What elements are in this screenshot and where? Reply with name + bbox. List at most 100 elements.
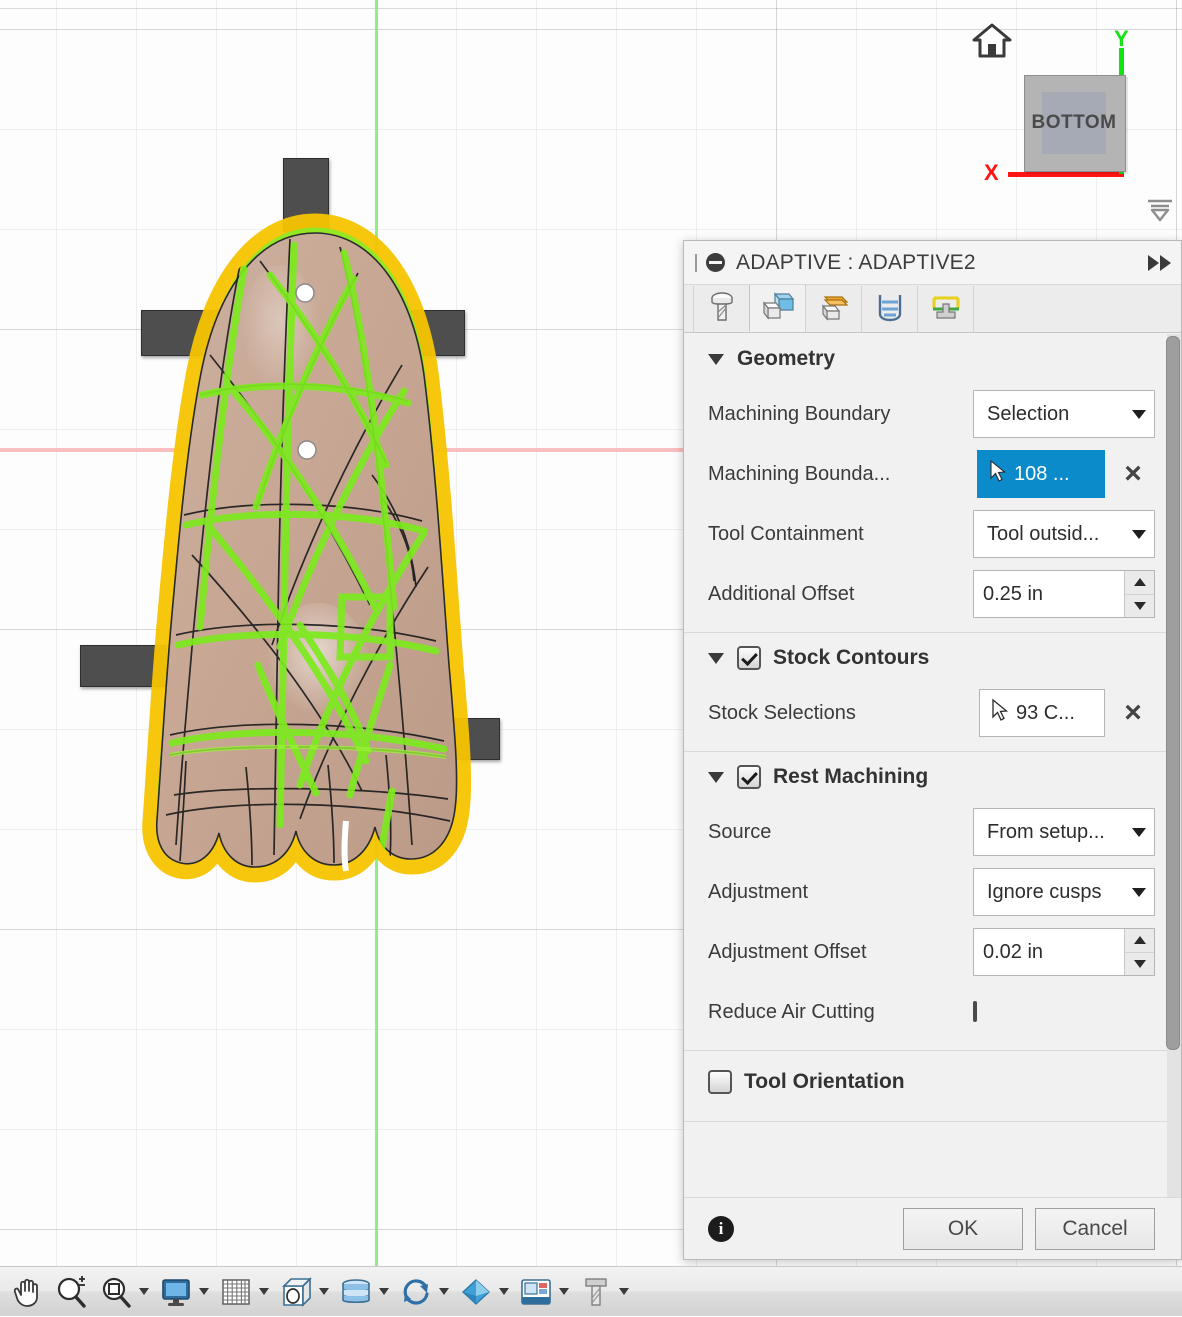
navigation-toolbar[interactable] bbox=[0, 1266, 1182, 1316]
toolbar-item-zoom-window[interactable] bbox=[94, 1267, 154, 1317]
section-header-geometry[interactable]: Geometry bbox=[708, 334, 1155, 384]
label-machining-boundary-selection: Machining Bounda... bbox=[708, 462, 891, 485]
zoom-window-icon[interactable] bbox=[96, 1271, 136, 1313]
row-stock-selections: Stock Selections 93 C... × bbox=[708, 683, 1155, 743]
chevron-down-icon[interactable] bbox=[436, 1271, 452, 1313]
viewcube[interactable]: BOTTOM bbox=[1024, 75, 1126, 172]
zoom-plus-minus-icon[interactable] bbox=[52, 1271, 92, 1313]
select-tool-containment[interactable]: Tool outsid... bbox=[973, 510, 1155, 558]
fast-forward-icon[interactable] bbox=[1148, 254, 1171, 271]
machine-icon[interactable] bbox=[516, 1271, 556, 1313]
chevron-down-icon[interactable] bbox=[196, 1271, 212, 1313]
value-adjustment-offset[interactable]: 0.02 in bbox=[974, 929, 1124, 975]
checkbox-stock-contours[interactable] bbox=[737, 646, 761, 670]
model-hole-lower bbox=[297, 440, 317, 460]
adaptive-operation-dialog[interactable]: ADAPTIVE : ADAPTIVE2 Geometry Machining … bbox=[683, 240, 1182, 1260]
spinner-adjustment-offset[interactable]: 0.02 in bbox=[973, 928, 1155, 976]
value-machining-boundary: Selection bbox=[987, 402, 1070, 425]
spinner-up-icon[interactable] bbox=[1125, 571, 1154, 595]
suppress-icon[interactable] bbox=[706, 253, 725, 272]
refresh-circle-icon[interactable] bbox=[396, 1271, 436, 1313]
section-header-stock-contours[interactable]: Stock Contours bbox=[708, 633, 1155, 683]
dialog-title-bar[interactable]: ADAPTIVE : ADAPTIVE2 bbox=[684, 241, 1181, 285]
selection-count-machining-boundary: 108 ... bbox=[1014, 462, 1070, 485]
value-additional-offset[interactable]: 0.25 in bbox=[974, 571, 1124, 617]
chevron-down-icon[interactable] bbox=[376, 1271, 392, 1313]
toolbar-item-zoom[interactable] bbox=[50, 1267, 94, 1317]
section-title-rest-machining: Rest Machining bbox=[773, 765, 929, 788]
select-machining-boundary[interactable]: Selection bbox=[973, 390, 1155, 438]
viewcube-menu-icon[interactable] bbox=[1143, 195, 1177, 223]
cancel-button[interactable]: Cancel bbox=[1035, 1207, 1155, 1250]
chevron-down-icon[interactable] bbox=[708, 652, 724, 664]
label-tool-containment: Tool Containment bbox=[708, 522, 864, 545]
row-adjustment: Adjustment Ignore cusps bbox=[708, 862, 1155, 922]
diamond-icon[interactable] bbox=[456, 1271, 496, 1313]
chevron-down-icon[interactable] bbox=[256, 1271, 272, 1313]
section-header-rest-machining[interactable]: Rest Machining bbox=[708, 752, 1155, 802]
dialog-tab-strip[interactable] bbox=[684, 284, 1181, 333]
clear-selection-machining-boundary[interactable]: × bbox=[1111, 452, 1155, 496]
spinner-additional-offset[interactable]: 0.25 in bbox=[973, 570, 1155, 618]
section-divider-4 bbox=[684, 1121, 1181, 1122]
chevron-down-icon[interactable] bbox=[616, 1271, 632, 1313]
spinner-up-icon[interactable] bbox=[1125, 929, 1154, 953]
info-icon[interactable]: i bbox=[708, 1215, 734, 1242]
toolbar-item-refresh[interactable] bbox=[394, 1267, 454, 1317]
checkbox-tool-orientation[interactable] bbox=[708, 1070, 732, 1094]
section-header-tool-orientation[interactable]: Tool Orientation bbox=[708, 1051, 1155, 1113]
cube-viewport-icon[interactable] bbox=[276, 1271, 316, 1313]
clear-selection-stock-selections[interactable]: × bbox=[1111, 691, 1155, 735]
select-source[interactable]: From setup... bbox=[973, 808, 1155, 856]
toolbar-item-appearance[interactable] bbox=[454, 1267, 514, 1317]
passes-icon bbox=[875, 292, 905, 327]
dialog-footer: i OK Cancel bbox=[684, 1197, 1181, 1259]
chevron-down-icon[interactable] bbox=[136, 1271, 152, 1313]
pan-hand-icon[interactable] bbox=[8, 1271, 48, 1313]
checkbox-rest-machining[interactable] bbox=[737, 765, 761, 789]
viewcube-x-axis bbox=[1008, 172, 1124, 177]
select-adjustment[interactable]: Ignore cusps bbox=[973, 868, 1155, 916]
label-stock-selections: Stock Selections bbox=[708, 701, 856, 724]
ok-button[interactable]: OK bbox=[903, 1207, 1023, 1250]
checkbox-reduce-air-cutting[interactable] bbox=[973, 1001, 977, 1022]
selection-button-machining-boundary[interactable]: 108 ... bbox=[977, 450, 1105, 498]
tab-linking[interactable] bbox=[917, 286, 974, 332]
chevron-down-icon bbox=[1132, 827, 1146, 837]
foot-model[interactable] bbox=[140, 195, 480, 925]
spinner-arrows-adjustment-offset[interactable] bbox=[1124, 929, 1154, 975]
chevron-down-icon[interactable] bbox=[708, 771, 724, 783]
toolbar-item-pan[interactable] bbox=[6, 1267, 50, 1317]
toolbar-item-tool-library[interactable] bbox=[574, 1267, 634, 1317]
chevron-down-icon[interactable] bbox=[496, 1271, 512, 1313]
viewcube-x-label: X bbox=[984, 160, 999, 185]
tool-bit-icon[interactable] bbox=[576, 1271, 616, 1313]
tab-geometry[interactable] bbox=[749, 284, 806, 332]
spinner-down-icon[interactable] bbox=[1125, 953, 1154, 976]
tab-passes[interactable] bbox=[861, 286, 918, 332]
spinner-arrows-additional-offset[interactable] bbox=[1124, 571, 1154, 617]
toolbar-item-simulation[interactable] bbox=[514, 1267, 574, 1317]
chevron-down-icon[interactable] bbox=[316, 1271, 332, 1313]
drag-grip-icon[interactable] bbox=[690, 252, 702, 274]
row-adjustment-offset: Adjustment Offset 0.02 in bbox=[708, 922, 1155, 982]
viewcube-y-label: Y bbox=[1114, 26, 1129, 51]
tab-heights[interactable] bbox=[805, 286, 862, 332]
selection-button-stock-selections[interactable]: 93 C... bbox=[979, 689, 1105, 737]
section-title-geometry: Geometry bbox=[737, 347, 836, 370]
home-icon[interactable] bbox=[971, 22, 1013, 60]
layers-icon[interactable] bbox=[336, 1271, 376, 1313]
dialog-body[interactable]: Geometry Machining Boundary Selection Ma… bbox=[684, 334, 1181, 1197]
toolbar-item-viewports[interactable] bbox=[274, 1267, 334, 1317]
toolbar-item-display-settings[interactable] bbox=[154, 1267, 214, 1317]
dialog-scrollbar[interactable] bbox=[1166, 334, 1181, 1197]
tab-tool[interactable] bbox=[693, 286, 750, 332]
chevron-down-icon[interactable] bbox=[708, 353, 724, 365]
toolbar-item-grid-snaps[interactable] bbox=[214, 1267, 274, 1317]
toolbar-item-layers[interactable] bbox=[334, 1267, 394, 1317]
grid-icon[interactable] bbox=[216, 1271, 256, 1313]
monitor-icon[interactable] bbox=[156, 1271, 196, 1313]
spinner-down-icon[interactable] bbox=[1125, 595, 1154, 618]
chevron-down-icon[interactable] bbox=[556, 1271, 572, 1313]
dialog-scrollbar-thumb[interactable] bbox=[1166, 336, 1180, 1050]
